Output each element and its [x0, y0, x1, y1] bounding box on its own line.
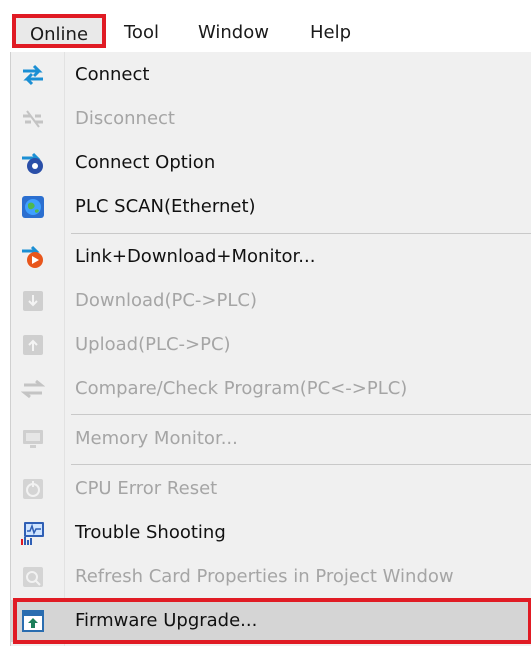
- menu-help[interactable]: Help: [310, 18, 351, 48]
- menu-item-firmware-upgrade[interactable]: Firmware Upgrade...: [11, 600, 531, 642]
- menu-item-label: Compare/Check Program(PC<->PLC): [75, 378, 408, 399]
- menu-tool[interactable]: Tool: [124, 18, 159, 48]
- menu-separator: [71, 464, 531, 465]
- compare-icon: [21, 379, 45, 399]
- menu-item-label: CPU Error Reset: [75, 478, 218, 499]
- menu-online[interactable]: Online: [12, 14, 106, 48]
- menu-item-label: Connect: [75, 64, 150, 85]
- link-download-monitor-icon: [22, 245, 43, 268]
- menu-item-label: Disconnect: [75, 108, 175, 129]
- menu-item-label: Link+Download+Monitor...: [75, 246, 316, 267]
- connect-option-icon: [22, 152, 43, 174]
- disconnect-icon: [23, 110, 43, 128]
- menu-item-label: Trouble Shooting: [75, 522, 226, 543]
- menu-window[interactable]: Window: [198, 18, 269, 48]
- menu-item-label: Upload(PLC->PC): [75, 334, 231, 355]
- menu-separator: [71, 233, 531, 234]
- menu-item-connect[interactable]: Connect: [11, 54, 531, 96]
- menu-item-label: Download(PC->PLC): [75, 290, 257, 311]
- menu-item-label: Memory Monitor...: [75, 428, 238, 449]
- menu-item-refresh-card-properties[interactable]: Refresh Card Properties in Project Windo…: [11, 556, 531, 598]
- menu-item-cpu-error-reset[interactable]: CPU Error Reset: [11, 468, 531, 510]
- menu-item-upload[interactable]: Upload(PLC->PC): [11, 324, 531, 366]
- menu-item-plc-scan[interactable]: PLC SCAN(Ethernet): [11, 186, 531, 228]
- connect-arrows-icon: [23, 64, 43, 86]
- menu-item-label: Refresh Card Properties in Project Windo…: [75, 566, 454, 587]
- menu-item-memory-monitor[interactable]: Memory Monitor...: [11, 418, 531, 460]
- download-icon: [23, 291, 43, 311]
- trouble-shooting-icon: [21, 522, 44, 545]
- menu-separator: [71, 414, 531, 415]
- menu-item-connect-option[interactable]: Connect Option: [11, 142, 531, 184]
- menu-item-label: PLC SCAN(Ethernet): [75, 196, 256, 217]
- online-dropdown-menu: Connect Disconnect Connect Option PLC SC…: [10, 52, 531, 646]
- menu-item-download[interactable]: Download(PC->PLC): [11, 280, 531, 322]
- monitor-icon: [23, 430, 43, 448]
- menu-item-disconnect[interactable]: Disconnect: [11, 98, 531, 140]
- menu-item-label: Connect Option: [75, 152, 216, 173]
- menu-item-compare[interactable]: Compare/Check Program(PC<->PLC): [11, 368, 531, 410]
- menu-bar: Online Tool Window Help: [0, 0, 531, 52]
- refresh-card-icon: [23, 567, 43, 587]
- screen: Online Tool Window Help Connect Disconne…: [0, 0, 531, 646]
- upload-icon: [23, 335, 43, 355]
- reset-icon: [23, 479, 43, 499]
- globe-icon: [22, 196, 44, 218]
- menu-item-link-download-monitor[interactable]: Link+Download+Monitor...: [11, 236, 531, 278]
- menu-item-label: Firmware Upgrade...: [75, 610, 258, 631]
- firmware-upgrade-icon: [22, 610, 44, 632]
- menu-item-trouble-shooting[interactable]: Trouble Shooting: [11, 512, 531, 554]
